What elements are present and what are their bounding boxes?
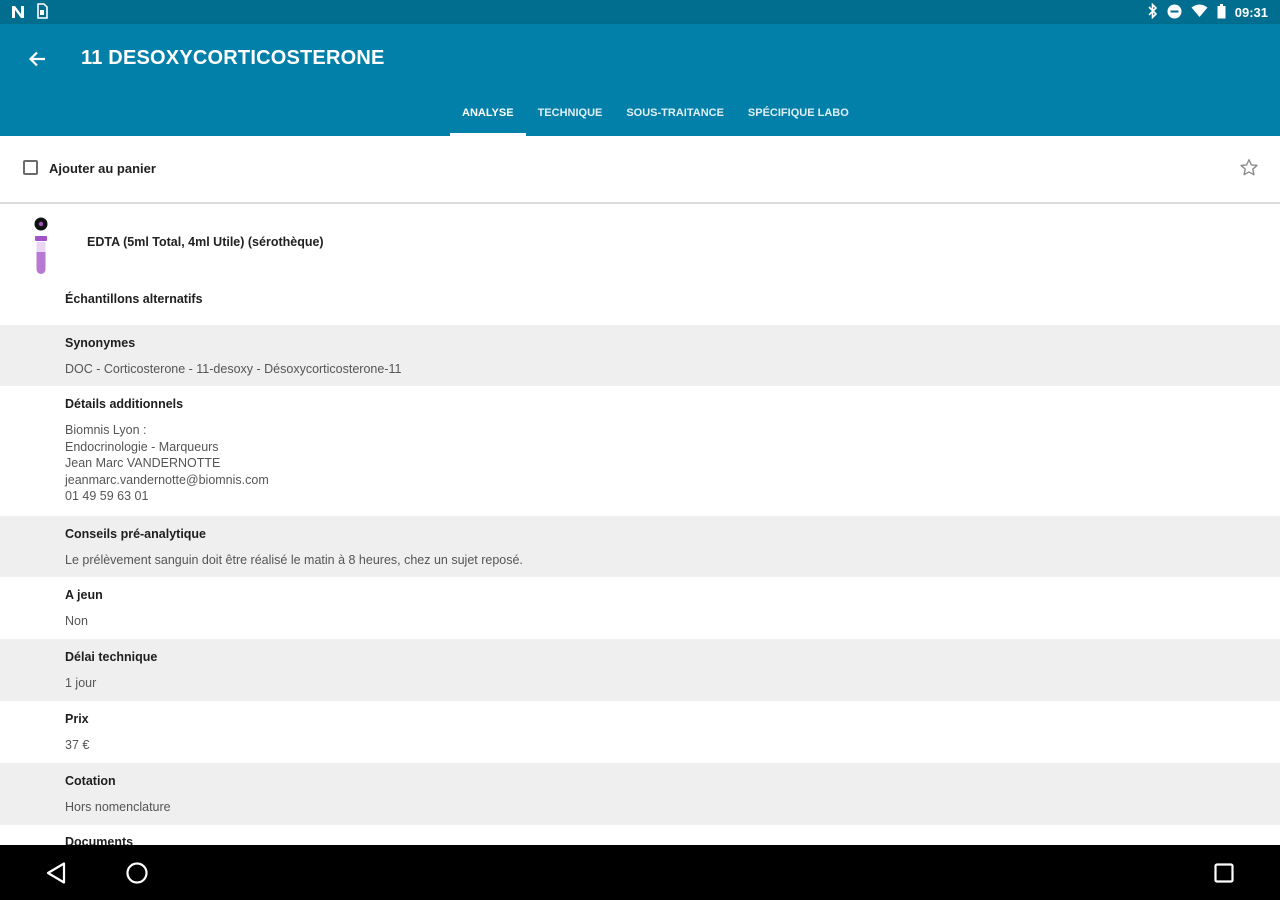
triangle-back-icon [46, 862, 66, 884]
circle-home-icon [126, 862, 148, 884]
add-to-cart-label[interactable]: Ajouter au panier [49, 161, 156, 176]
battery-icon [1217, 3, 1226, 22]
notification-n-icon [10, 4, 26, 24]
bluetooth-icon [1148, 2, 1158, 22]
sample-tube-icon [30, 212, 52, 274]
status-time: 09:31 [1234, 5, 1268, 20]
tab-specifique-labo[interactable]: SPÉCIFIQUE LABO [736, 96, 861, 136]
star-outline-icon [1240, 159, 1258, 176]
tab-analyse[interactable]: ANALYSE [450, 96, 526, 136]
add-to-cart-checkbox[interactable] [23, 160, 38, 175]
tab-sous-traitance[interactable]: SOUS-TRAITANCE [614, 96, 736, 136]
section-value: Le prélèvement sanguin doit être réalisé… [65, 553, 523, 567]
section-conseils-pre-analytique: Conseils pré-analytique Le prélèvement s… [0, 516, 1280, 577]
nav-back-button[interactable] [43, 859, 71, 887]
section-label: A jeun [65, 588, 103, 602]
section-details-additionnels: Détails additionnels Biomnis Lyon : Endo… [0, 386, 1280, 516]
alternative-samples-label: Échantillons alternatifs [65, 292, 203, 306]
back-button[interactable] [22, 44, 52, 74]
section-value: 1 jour [65, 676, 97, 690]
system-nav-bar [0, 845, 1280, 900]
sample-tube-row: EDTA (5ml Total, 4ml Utile) (sérothèque)… [0, 204, 1280, 324]
section-label: Délai technique [65, 650, 158, 664]
section-label: Documents [65, 835, 134, 845]
section-value: DOC - Corticosterone - 11-desoxy - Désox… [65, 362, 402, 376]
tab-bar: ANALYSE TECHNIQUE SOUS-TRAITANCE SPÉCIFI… [450, 96, 861, 136]
section-value: Biomnis Lyon : Endocrinologie - Marqueur… [65, 423, 269, 503]
sim-card-icon [36, 3, 48, 24]
favorite-button[interactable] [1238, 157, 1260, 179]
do-not-disturb-icon [1167, 4, 1182, 22]
square-recents-icon [1214, 863, 1234, 883]
section-label: Cotation [65, 774, 116, 788]
nav-home-button[interactable] [123, 859, 151, 887]
arrow-back-icon [28, 51, 45, 67]
section-label: Synonymes [65, 336, 136, 350]
section-synonymes: Synonymes DOC - Corticosterone - 11-deso… [0, 325, 1280, 386]
section-value: 37 € [65, 738, 90, 752]
wifi-icon [1191, 4, 1208, 21]
section-a-jeun: A jeun Non [0, 577, 1280, 639]
section-documents: Documents [0, 825, 1280, 845]
status-bar: 09:31 [0, 0, 1280, 24]
section-label: Conseils pré-analytique [65, 527, 207, 541]
sample-tube-label: EDTA (5ml Total, 4ml Utile) (sérothèque) [87, 235, 324, 249]
section-label: Prix [65, 712, 89, 726]
section-delai-technique: Délai technique 1 jour [0, 639, 1280, 701]
section-value: Non [65, 614, 88, 628]
nav-recents-button[interactable] [1210, 859, 1238, 887]
add-to-cart-row: Ajouter au panier [0, 136, 1280, 204]
tab-technique[interactable]: TECHNIQUE [526, 96, 615, 136]
section-prix: Prix 37 € [0, 701, 1280, 763]
section-label: Détails additionnels [65, 397, 184, 411]
section-value: Hors nomenclature [65, 800, 171, 814]
section-cotation: Cotation Hors nomenclature [0, 763, 1280, 825]
app-bar: 11 DESOXYCORTICOSTERONE ANALYSE TECHNIQU… [0, 24, 1280, 136]
page-title: 11 DESOXYCORTICOSTERONE [81, 47, 385, 69]
